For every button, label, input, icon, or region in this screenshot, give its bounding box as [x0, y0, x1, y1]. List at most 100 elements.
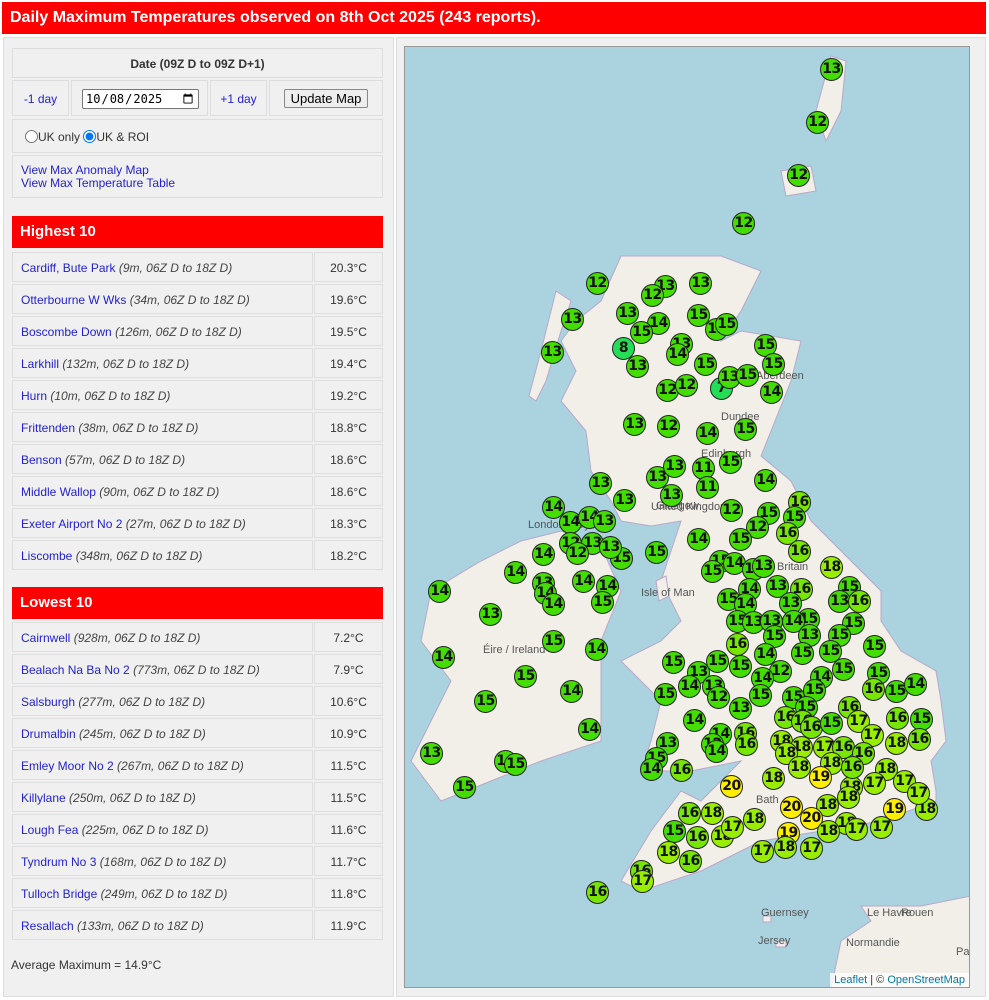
temperature-marker[interactable]: 14	[760, 381, 783, 404]
max-temperature-table-link[interactable]: View Max Temperature Table	[21, 176, 175, 190]
date-input[interactable]	[82, 89, 199, 109]
temperature-marker[interactable]: 14	[683, 709, 706, 732]
temperature-marker[interactable]: 16	[848, 590, 871, 613]
temperature-marker[interactable]: 16	[670, 759, 693, 782]
temperature-marker[interactable]: 19	[809, 766, 832, 789]
temperature-marker[interactable]: 13	[599, 536, 622, 559]
station-link[interactable]: Drumalbin	[21, 727, 76, 741]
temperature-marker[interactable]: 14	[572, 570, 595, 593]
station-link[interactable]: Liscombe	[21, 549, 72, 563]
temperature-marker[interactable]: 20	[720, 775, 743, 798]
temperature-marker[interactable]: 14	[666, 343, 689, 366]
temperature-marker[interactable]: 12	[586, 272, 609, 295]
temperature-marker[interactable]: 17	[845, 818, 868, 841]
temperature-marker[interactable]: 17	[907, 782, 930, 805]
temperature-marker[interactable]: 15	[791, 642, 814, 665]
temperature-marker[interactable]: 12	[707, 686, 730, 709]
temperature-marker[interactable]: 12	[675, 374, 698, 397]
temperature-marker[interactable]: 18	[743, 808, 766, 831]
temperature-marker[interactable]: 12	[657, 415, 680, 438]
temperature-marker[interactable]: 15	[762, 353, 785, 376]
station-link[interactable]: Exeter Airport No 2	[21, 517, 122, 531]
temperature-marker[interactable]: 17	[863, 772, 886, 795]
station-link[interactable]: Tyndrum No 3	[21, 855, 96, 869]
temperature-marker[interactable]: 15	[706, 650, 729, 673]
temperature-marker[interactable]: 15	[504, 753, 527, 776]
temperature-marker[interactable]: 13	[752, 555, 775, 578]
temperature-marker[interactable]: 15	[514, 665, 537, 688]
temperature-marker[interactable]: 15	[694, 353, 717, 376]
temperature-marker[interactable]: 16	[686, 826, 709, 849]
station-link[interactable]: Frittenden	[21, 421, 75, 435]
station-link[interactable]: Benson	[21, 453, 62, 467]
temperature-marker[interactable]: 14	[578, 718, 601, 741]
temperature-marker[interactable]: 14	[754, 469, 777, 492]
temperature-marker[interactable]: 14	[640, 758, 663, 781]
station-link[interactable]: Larkhill	[21, 357, 59, 371]
temperature-marker[interactable]: 14	[560, 680, 583, 703]
temperature-marker[interactable]: 14	[542, 593, 565, 616]
temperature-marker[interactable]: 12	[720, 499, 743, 522]
temperature-marker[interactable]: 16	[788, 540, 811, 563]
temperature-marker[interactable]: 12	[641, 284, 664, 307]
station-link[interactable]: Boscombe Down	[21, 325, 112, 339]
temperature-marker[interactable]: 16	[586, 881, 609, 904]
temperature-marker[interactable]: 18	[820, 556, 843, 579]
temperature-marker[interactable]: 14	[432, 646, 455, 669]
temperature-marker[interactable]: 13	[623, 413, 646, 436]
temperature-marker[interactable]: 15	[729, 655, 752, 678]
temperature-marker[interactable]: 15	[736, 364, 759, 387]
temperature-marker[interactable]: 18	[774, 836, 797, 859]
temperature-marker[interactable]: 18	[837, 786, 860, 809]
station-link[interactable]: Tulloch Bridge	[21, 887, 97, 901]
temperature-marker[interactable]: 15	[542, 630, 565, 653]
temperature-marker[interactable]: 15	[832, 658, 855, 681]
station-link[interactable]: Resallach	[21, 919, 74, 933]
temperature-marker[interactable]: 12	[732, 212, 755, 235]
temperature-marker[interactable]: 13	[689, 272, 712, 295]
temperature-marker[interactable]: 18	[701, 802, 724, 825]
temperature-marker[interactable]: 13	[479, 603, 502, 626]
temperature-marker[interactable]: 12	[566, 542, 589, 565]
temperature-marker[interactable]: 13	[729, 697, 752, 720]
station-link[interactable]: Killylane	[21, 791, 66, 805]
temperature-marker[interactable]: 17	[721, 816, 744, 839]
temperature-marker[interactable]: 16	[886, 707, 909, 730]
temperature-marker[interactable]: 16	[908, 728, 931, 751]
temperature-marker[interactable]: 14	[705, 740, 728, 763]
temperature-marker[interactable]: 14	[687, 528, 710, 551]
temperature-marker[interactable]: 15	[863, 635, 886, 658]
station-link[interactable]: Cairnwell	[21, 631, 70, 645]
radio-uk-roi[interactable]: UK & ROI	[83, 130, 149, 144]
temperature-marker[interactable]: 13	[660, 484, 683, 507]
max-anomaly-map-link[interactable]: View Max Anomaly Map	[21, 163, 149, 177]
temperature-marker[interactable]: 16	[726, 633, 749, 656]
temperature-marker[interactable]: 13	[420, 742, 443, 765]
temperature-marker[interactable]: 15	[645, 541, 668, 564]
temperature-marker[interactable]: 18	[762, 767, 785, 790]
station-link[interactable]: Bealach Na Ba No 2	[21, 663, 130, 677]
temperature-marker[interactable]: 15	[453, 776, 476, 799]
update-map-button[interactable]: Update Map	[283, 89, 369, 108]
temperature-marker[interactable]: 15	[715, 313, 738, 336]
temperature-marker[interactable]: 15	[474, 690, 497, 713]
next-day-link[interactable]: +1 day	[220, 92, 256, 106]
temperature-marker[interactable]: 14	[678, 675, 701, 698]
temperature-marker[interactable]: 14	[504, 561, 527, 584]
temperature-marker[interactable]: 13	[589, 472, 612, 495]
temperature-marker[interactable]: 13	[820, 58, 843, 81]
temperature-marker[interactable]: 16	[679, 850, 702, 873]
temperature-marker[interactable]: 13	[561, 308, 584, 331]
temperature-marker[interactable]: 15	[734, 418, 757, 441]
temperature-marker[interactable]: 15	[820, 712, 843, 735]
temperature-marker[interactable]: 15	[729, 528, 752, 551]
temperature-marker[interactable]: 17	[631, 870, 654, 893]
temperature-marker[interactable]: 15	[749, 684, 772, 707]
temperature-marker[interactable]: 15	[662, 651, 685, 674]
radio-uk-only[interactable]: UK only	[25, 130, 80, 144]
station-link[interactable]: Salsburgh	[21, 695, 75, 709]
temperature-marker[interactable]: 17	[751, 840, 774, 863]
temperature-marker[interactable]: 14	[696, 422, 719, 445]
temperature-marker[interactable]: 12	[787, 164, 810, 187]
station-link[interactable]: Cardiff, Bute Park	[21, 261, 116, 275]
